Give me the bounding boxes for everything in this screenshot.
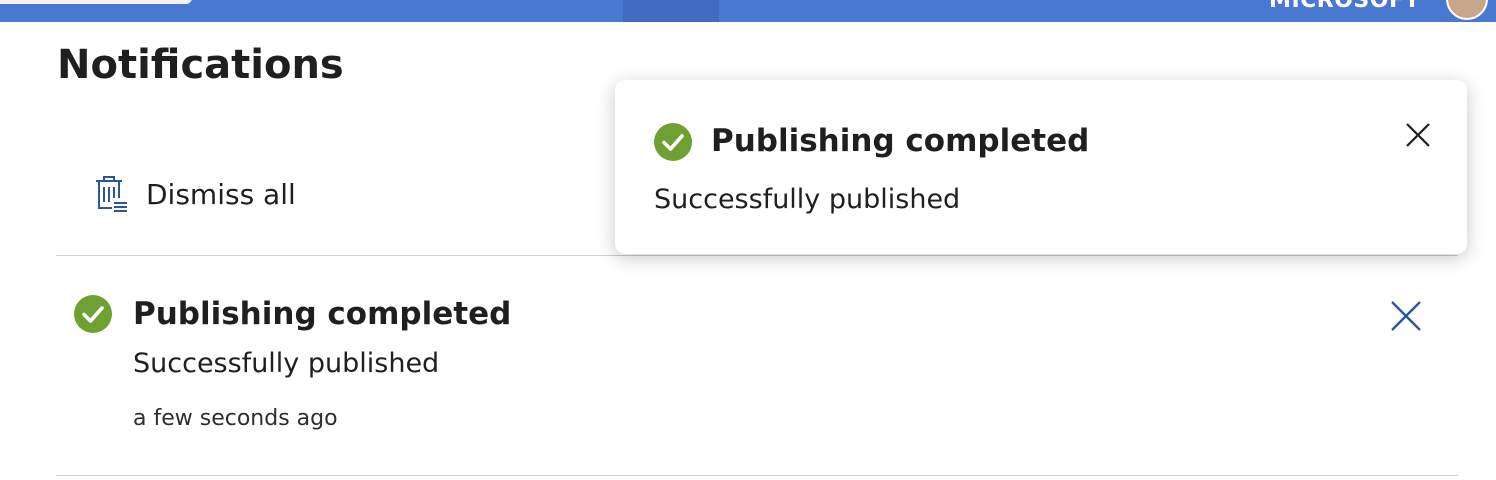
trash-list-icon (96, 176, 127, 212)
check-circle-icon (74, 295, 112, 333)
toast-title: Publishing completed (711, 123, 1090, 159)
page-title: Notifications (57, 42, 344, 88)
notification-item[interactable]: Publishing completed Successfully publis… (56, 256, 1458, 474)
toast-message: Successfully published (654, 184, 961, 215)
notification-timestamp: a few seconds ago (133, 406, 338, 431)
avatar[interactable] (1446, 0, 1488, 20)
divider (56, 475, 1458, 476)
account-name[interactable]: MICROSOFT (1269, 0, 1420, 13)
dismiss-all-label: Dismiss all (146, 177, 296, 211)
toast-notification[interactable]: Publishing completed Successfully publis… (615, 80, 1467, 254)
notification-title: Publishing completed (133, 296, 512, 332)
close-icon[interactable] (1403, 120, 1433, 150)
check-circle-icon (654, 123, 692, 161)
topbar-search-box[interactable] (0, 0, 192, 4)
close-icon[interactable] (1388, 298, 1424, 334)
dismiss-all-button[interactable]: Dismiss all (92, 170, 296, 218)
top-bar: MICROSOFT (0, 0, 1496, 22)
topbar-notifications-tab[interactable] (623, 0, 719, 22)
notification-message: Successfully published (133, 348, 440, 379)
